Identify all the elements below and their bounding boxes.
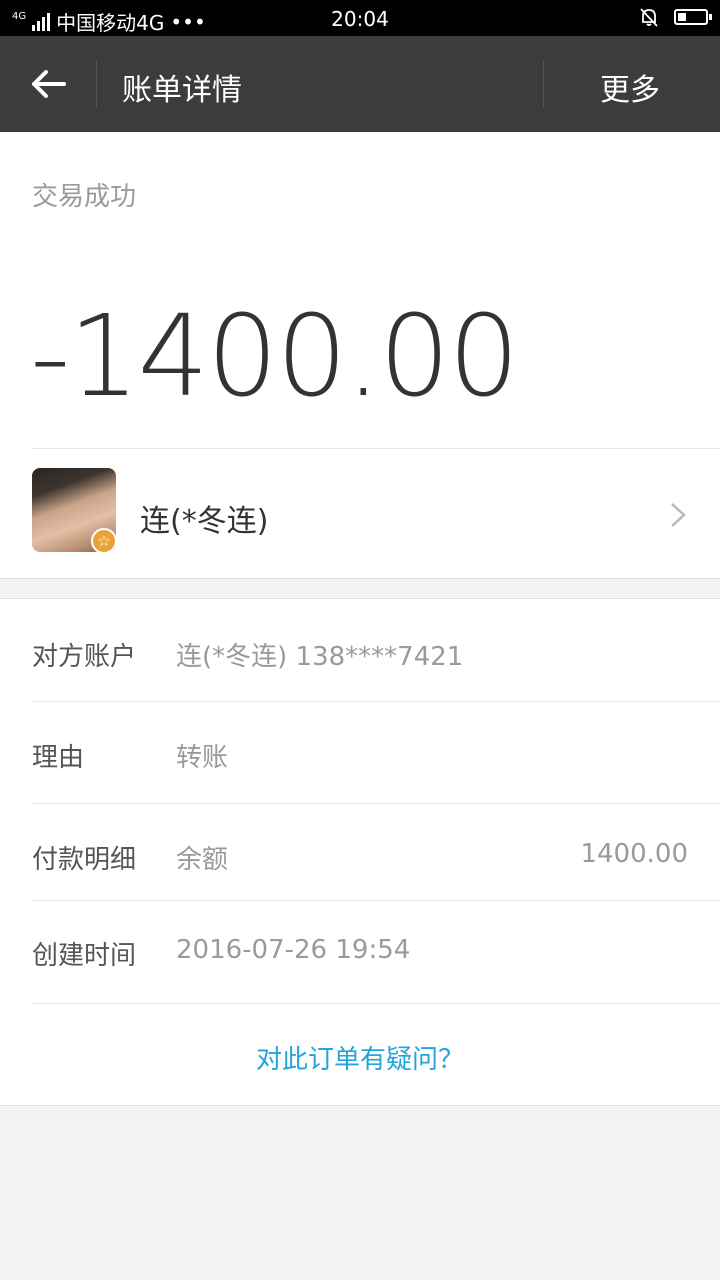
- divider: [32, 1003, 720, 1004]
- transaction-amount: -1400.00: [30, 292, 520, 422]
- bell-muted-icon: [640, 8, 658, 27]
- status-bar: 4G 中国移动4G ••• 20:04: [0, 0, 720, 36]
- battery-icon: [674, 9, 712, 25]
- header-divider-left: [96, 60, 97, 108]
- account-value: 连(*冬连) 138****7421: [176, 642, 464, 672]
- back-arrow-icon[interactable]: [28, 66, 68, 102]
- clock: 20:04: [331, 7, 389, 31]
- header-divider-right: [543, 60, 544, 108]
- detail-row-reason: 理由 转账: [0, 702, 720, 804]
- detail-row-created: 创建时间 2016-07-26 19:54: [0, 901, 720, 1003]
- reason-label: 理由: [32, 743, 85, 773]
- detail-row-payment: 付款明细 余额 1400.00: [0, 804, 720, 900]
- reason-value: 转账: [176, 743, 229, 773]
- page-title: 账单详情: [122, 73, 242, 108]
- payment-method: 余额: [176, 845, 229, 875]
- transaction-details: 对方账户 连(*冬连) 138****7421 理由 转账 付款明细 余额 14…: [0, 598, 720, 1106]
- detail-row-account: 对方账户 连(*冬连) 138****7421: [0, 599, 720, 701]
- transaction-summary: 交易成功 -1400.00 连(*冬连): [0, 132, 720, 579]
- transaction-status: 交易成功: [32, 182, 137, 212]
- status-right: [638, 6, 712, 28]
- created-label: 创建时间: [32, 941, 137, 971]
- payee-name: 连(*冬连): [140, 504, 269, 539]
- app-header: 账单详情 更多: [0, 36, 720, 132]
- order-question-link[interactable]: 对此订单有疑问？: [0, 1039, 720, 1076]
- chevron-right-icon[interactable]: [668, 500, 688, 530]
- account-label: 对方账户: [32, 642, 137, 672]
- payment-amount: 1400.00: [580, 839, 688, 869]
- payment-label: 付款明细: [32, 845, 137, 875]
- more-button[interactable]: 更多: [600, 65, 660, 109]
- created-value: 2016-07-26 19:54: [176, 935, 411, 965]
- star-badge-icon: ☆: [91, 528, 117, 554]
